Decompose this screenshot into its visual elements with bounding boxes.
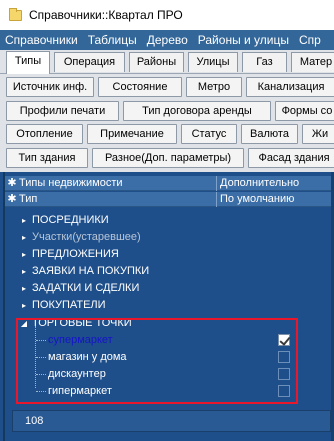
btn-formy-so[interactable]: Формы со xyxy=(275,101,334,121)
asterisk-icon: ✱ xyxy=(7,177,17,189)
expand-arrow-icon[interactable]: ▸ xyxy=(19,263,29,280)
btn-sostoyanie[interactable]: Состояние xyxy=(98,77,182,97)
btn-otoplenie[interactable]: Отопление xyxy=(6,124,83,144)
grid-header-row-2: ✱ Тип По умолчанию xyxy=(5,192,334,207)
tree-node[interactable]: ▸ Участки(устаревшее) xyxy=(5,229,334,246)
expand-arrow-icon[interactable]: ▸ xyxy=(19,280,29,297)
tab-operatsiya[interactable]: Операция xyxy=(54,52,125,72)
column-header-po-umolchaniyu[interactable]: По умолчанию xyxy=(216,192,294,207)
title-bar: Справочники::Квартал ПРО xyxy=(0,0,334,30)
btn-profili-pechati[interactable]: Профили печати xyxy=(6,101,119,121)
tree-node[interactable]: ▸ ПОКУПАТЕЛИ xyxy=(5,297,334,314)
menu-spravochniki[interactable]: Справочники xyxy=(0,30,83,50)
asterisk-icon: ✱ xyxy=(7,193,17,205)
tab-mater[interactable]: Матер xyxy=(291,52,334,72)
btn-valyuta[interactable]: Валюта xyxy=(241,124,298,144)
tab-gaz[interactable]: Газ xyxy=(242,52,287,72)
expand-arrow-icon[interactable]: ▸ xyxy=(19,212,29,229)
btn-metro[interactable]: Метро xyxy=(186,77,242,97)
menu-derevo[interactable]: Дерево xyxy=(142,30,193,50)
expand-arrow-icon[interactable]: ▸ xyxy=(19,297,29,314)
menu-rayony-ulitsy[interactable]: Районы и улицы xyxy=(193,30,294,50)
tab-strip: Типы Операция Районы Улицы Газ Матер xyxy=(0,50,334,74)
menu-tablitsy[interactable]: Таблицы xyxy=(83,30,142,50)
btn-kanalizatsiya[interactable]: Канализация xyxy=(246,77,334,97)
reference-tabs-panel: Типы Операция Районы Улицы Газ Матер Ист… xyxy=(0,50,334,172)
footer-summary-row: 108 xyxy=(12,410,331,432)
column-header-dopolnitelno[interactable]: Дополнительно xyxy=(216,176,299,191)
menu-bar: Справочники Таблицы Дерево Районы и улиц… xyxy=(0,30,334,50)
tree-node[interactable]: ▸ ПОСРЕДНИКИ xyxy=(5,212,334,229)
btn-raznoe-dop-parametry[interactable]: Разное(Доп. параметры) xyxy=(92,148,244,168)
tab-rayony[interactable]: Районы xyxy=(129,52,184,72)
btn-istochnik-inf[interactable]: Источник инф. xyxy=(6,77,94,97)
record-count: 108 xyxy=(25,415,44,427)
tab-tipy[interactable]: Типы xyxy=(6,51,50,74)
tree-node[interactable]: ▸ ЗАЯВКИ НА ПОКУПКИ xyxy=(5,263,334,280)
folder-icon xyxy=(9,7,22,21)
btn-fasad-zdaniya[interactable]: Фасад здания xyxy=(248,148,334,168)
grid-header-row-1: ✱ Типы недвижимости Дополнительно xyxy=(5,176,334,191)
tab-ulitsy[interactable]: Улицы xyxy=(188,52,238,72)
btn-zh-truncated[interactable]: Жи xyxy=(302,124,334,144)
btn-tip-dogovora-arendy[interactable]: Тип договора аренды xyxy=(123,101,271,121)
tree-node[interactable]: ▸ ЗАДАТКИ И СДЕЛКИ xyxy=(5,280,334,297)
tree-node[interactable]: ▸ ПРЕДЛОЖЕНИЯ xyxy=(5,246,334,263)
btn-status[interactable]: Статус xyxy=(181,124,237,144)
highlight-annotation-box xyxy=(16,318,298,404)
btn-tip-zdaniya[interactable]: Тип здания xyxy=(6,148,88,168)
expand-arrow-icon[interactable]: ▸ xyxy=(19,229,29,246)
menu-spr-truncated[interactable]: Спр xyxy=(294,30,326,50)
btn-primechanie[interactable]: Примечание xyxy=(87,124,177,144)
column-header-tipy-nedvizhimosti[interactable]: Типы недвижимости xyxy=(19,176,123,191)
column-header-tip[interactable]: Тип xyxy=(19,192,37,207)
expand-arrow-icon[interactable]: ▸ xyxy=(19,246,29,263)
window-title: Справочники::Квартал ПРО xyxy=(29,8,183,22)
